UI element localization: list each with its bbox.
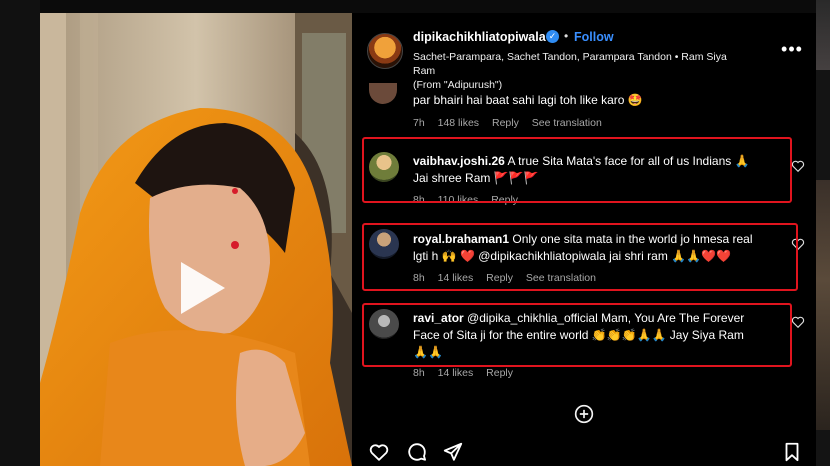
comment-time: 8h: [413, 367, 425, 379]
comment-icon[interactable]: [406, 441, 428, 463]
comment-likes[interactable]: 148 likes: [438, 117, 479, 129]
comment-text: par bhairi hai baat sahi lagi toh like k…: [413, 93, 643, 107]
play-icon[interactable]: [171, 258, 231, 318]
post-detail-panel: dipikachikhliatopiwala ✓ • Follow Sachet…: [352, 13, 816, 466]
separator-dot: •: [564, 29, 569, 43]
reply-button[interactable]: Reply: [492, 117, 519, 129]
comment-avatar[interactable]: [369, 83, 397, 104]
highlight-box: [362, 137, 792, 203]
highlight-box: [362, 223, 798, 291]
post-header: dipikachikhliatopiwala ✓ • Follow Sachet…: [352, 13, 816, 91]
reply-button[interactable]: Reply: [486, 367, 513, 379]
heart-icon[interactable]: [791, 315, 805, 329]
post-video[interactable]: [40, 13, 352, 466]
comment-meta: 8h 14 likes Reply: [413, 367, 523, 379]
add-circle-icon[interactable]: [574, 404, 594, 424]
comment-likes[interactable]: 14 likes: [438, 367, 474, 379]
share-paper-plane-icon[interactable]: [442, 441, 464, 463]
more-options-button[interactable]: •••: [780, 40, 804, 58]
follow-button[interactable]: Follow: [574, 30, 614, 44]
highlight-box: [362, 303, 792, 367]
audio-line-2: (From "Adipurush"): [413, 79, 503, 91]
backdrop-left: [0, 0, 40, 466]
bookmark-icon[interactable]: [781, 441, 803, 463]
heart-icon[interactable]: [791, 159, 805, 173]
comment-time: 7h: [413, 117, 425, 129]
see-translation-button[interactable]: See translation: [532, 117, 602, 129]
backdrop-right: [816, 0, 830, 466]
heart-outline-icon[interactable]: [368, 441, 390, 463]
video-frame-illustration: [40, 13, 352, 466]
author-avatar[interactable]: [367, 33, 403, 69]
comment-meta: 7h 148 likes Reply See translation: [413, 117, 612, 129]
author-username[interactable]: dipikachikhliatopiwala: [413, 30, 546, 44]
verified-badge-icon: ✓: [546, 30, 559, 43]
audio-info[interactable]: Sachet-Parampara, Sachet Tandon, Parampa…: [413, 50, 743, 92]
audio-line-1: Sachet-Parampara, Sachet Tandon, Parampa…: [413, 51, 727, 77]
